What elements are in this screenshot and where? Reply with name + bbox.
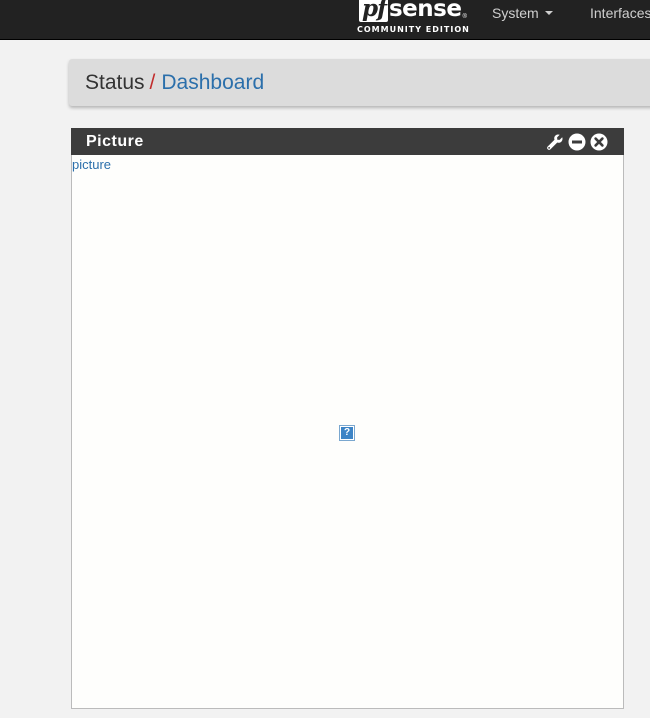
widget-controls [546,133,608,151]
widget-body: picture ? [72,155,623,708]
page-title: Status / Dashboard [85,59,264,106]
logo-pf: pf [359,0,388,22]
broken-image-icon[interactable]: ? [339,425,355,441]
breadcrumb-status: Status [85,71,145,94]
nav-menu-system[interactable]: System [492,0,553,27]
breadcrumb-dashboard-link[interactable]: Dashboard [161,71,264,94]
breadcrumb-separator: / [149,71,156,94]
minimize-icon[interactable] [568,133,586,151]
caret-down-icon [544,11,553,16]
picture-link[interactable]: picture [72,157,111,172]
nav-menu-interfaces-label: Interfaces [590,5,650,21]
logo-sense: sense [388,0,462,22]
logo-wordmark: pf sense ® [359,0,467,24]
wrench-icon[interactable] [546,133,564,151]
nav-menu-system-label: System [492,5,539,21]
widget-heading: Picture [71,128,624,155]
nav-menu-interfaces[interactable]: Interfaces [590,0,650,27]
broken-image-glyph: ? [341,427,353,439]
logo-edition: COMMUNITY EDITION [357,25,470,34]
picture-widget: Picture picture ? [71,128,624,709]
widget-title: Picture [86,133,144,150]
logo-registered-mark: ® [462,14,467,20]
top-navbar: pf sense ® COMMUNITY EDITION System Interf… [0,0,650,40]
pfsense-logo[interactable]: pf sense ® COMMUNITY EDITION [357,0,470,38]
breadcrumb: Status / Dashboard [69,59,650,106]
close-icon[interactable] [590,133,608,151]
